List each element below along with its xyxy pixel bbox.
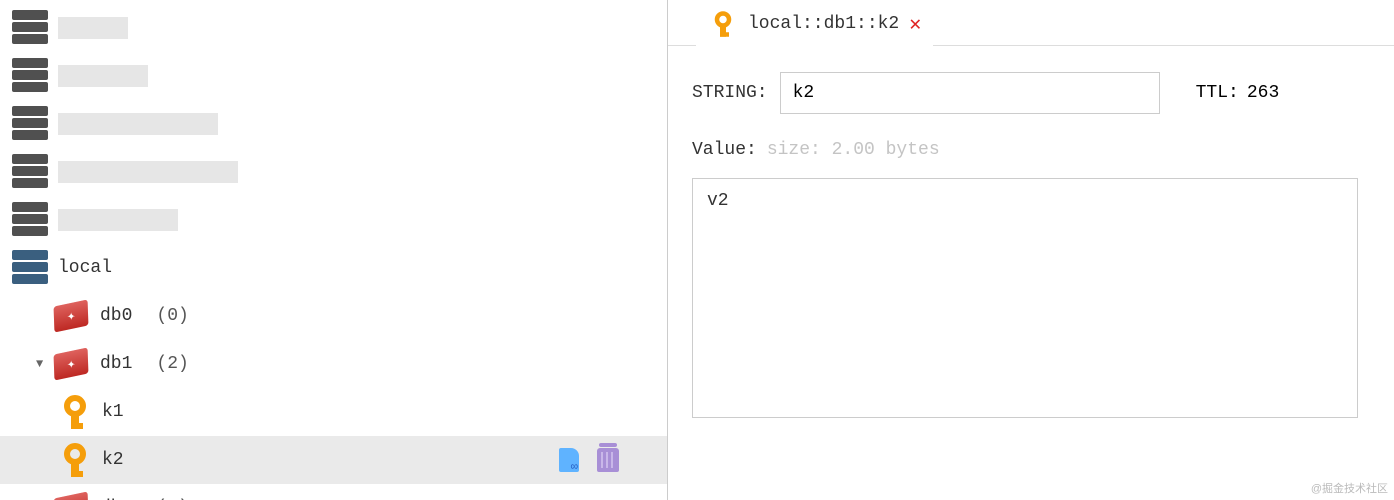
db-row-db2[interactable]: ✦ db2 (0): [0, 484, 667, 500]
server-label: local: [58, 258, 112, 278]
db-count: (0): [156, 306, 188, 326]
connection-tree-panel: local ✦ db0 (0) ▼ ✦ db1 (2) k1 k2 ✦ db2 …: [0, 0, 668, 500]
db-label: db0: [100, 306, 132, 326]
server-icon: [12, 202, 48, 238]
row-actions: [559, 448, 619, 472]
server-icon: [12, 10, 48, 46]
key-icon: [712, 11, 735, 37]
key-name-input[interactable]: [780, 72, 1160, 114]
db-count: (2): [156, 354, 188, 374]
ttl-label: TTL:: [1196, 83, 1239, 103]
blurred-server-label: [58, 209, 178, 231]
detail-body: STRING: TTL: 263 Value: size: 2.00 bytes…: [668, 46, 1394, 418]
server-row-blurred[interactable]: [0, 148, 667, 196]
db-label: db1: [100, 354, 132, 374]
redis-db-icon: ✦: [54, 299, 89, 332]
redis-db-icon: ✦: [54, 347, 89, 380]
blurred-server-label: [58, 17, 128, 39]
value-header: Value: size: 2.00 bytes: [692, 140, 1358, 160]
key-type-row: STRING: TTL: 263: [692, 72, 1358, 114]
redis-db-icon: ✦: [54, 491, 89, 500]
blurred-server-label: [58, 113, 218, 135]
db-row-db0[interactable]: ✦ db0 (0): [0, 292, 667, 340]
key-label: k1: [102, 402, 124, 422]
ttl-value: 263: [1247, 83, 1279, 103]
blurred-server-label: [58, 161, 238, 183]
server-row-blurred[interactable]: [0, 4, 667, 52]
tab-title: local::db1::k2: [748, 14, 899, 34]
watermark: @掘金技术社区: [1311, 480, 1388, 496]
tab-key[interactable]: local::db1::k2 ✕: [696, 1, 933, 49]
delete-icon[interactable]: [597, 448, 619, 472]
key-row-k2[interactable]: k2: [0, 436, 667, 484]
key-row-k1[interactable]: k1: [0, 388, 667, 436]
close-icon[interactable]: ✕: [909, 11, 921, 37]
detail-panel: local::db1::k2 ✕ STRING: TTL: 263 Value:…: [668, 0, 1394, 500]
tab-bar: local::db1::k2 ✕: [668, 4, 1394, 46]
key-label: k2: [102, 450, 124, 470]
server-icon: [12, 58, 48, 94]
server-icon: [12, 154, 48, 190]
type-label: STRING:: [692, 83, 768, 103]
key-icon: [60, 443, 90, 477]
db-row-db1[interactable]: ▼ ✦ db1 (2): [0, 340, 667, 388]
server-row-blurred[interactable]: [0, 100, 667, 148]
key-icon: [60, 395, 90, 429]
blurred-server-label: [58, 65, 148, 87]
size-hint: size: 2.00 bytes: [767, 140, 940, 160]
server-row-local[interactable]: local: [0, 244, 667, 292]
ttl-block: TTL: 263: [1196, 83, 1280, 103]
chevron-down-icon[interactable]: ▼: [36, 357, 52, 371]
server-row-blurred[interactable]: [0, 52, 667, 100]
value-label: Value:: [692, 140, 757, 160]
server-icon: [12, 106, 48, 142]
copy-icon[interactable]: [559, 448, 579, 472]
server-row-blurred[interactable]: [0, 196, 667, 244]
server-icon: [12, 250, 48, 286]
value-textarea[interactable]: v2: [692, 178, 1358, 418]
